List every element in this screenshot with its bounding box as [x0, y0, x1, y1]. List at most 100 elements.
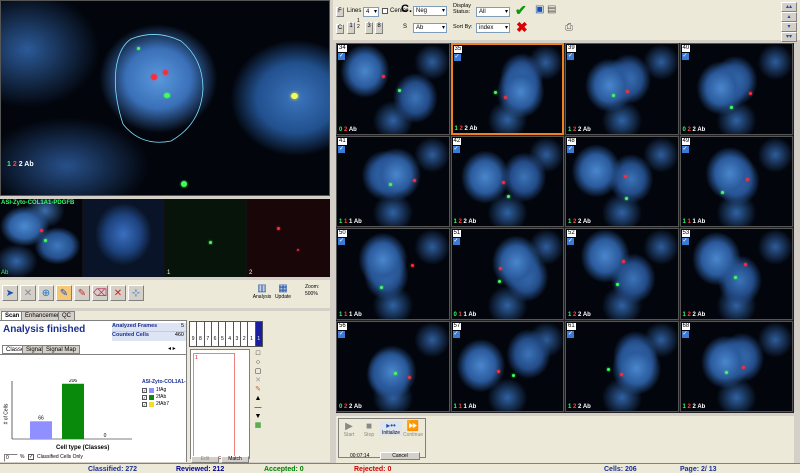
class-count-input[interactable]: 0: [4, 454, 18, 462]
cell-thumbnail[interactable]: 34 ✓ 0 2 Ab: [336, 43, 450, 135]
cell-thumbnail[interactable]: 48 ✓ 1 2 2 Ab: [565, 135, 679, 227]
brush-tool[interactable]: ✎: [56, 285, 72, 301]
check-icon[interactable]: ✔: [515, 2, 527, 19]
initialize-button[interactable]: ▸•• Initialize: [380, 421, 402, 436]
layout-ratio[interactable]: 12: [357, 18, 360, 30]
up-arrow-icon[interactable]: ▲: [253, 394, 263, 403]
delete-tool[interactable]: ✕: [20, 285, 36, 301]
channel-red[interactable]: 2: [247, 199, 330, 277]
cell-thumbnail[interactable]: 35 ✓ 1 2 2 Ab: [450, 43, 564, 135]
cell-thumbnail[interactable]: 61 ✓ 1 2 2 Ab: [565, 320, 679, 412]
legend-checkbox[interactable]: ✓: [142, 387, 147, 393]
signal-select[interactable]: Ab: [413, 23, 447, 33]
last-page-icon[interactable]: ▾▾: [781, 32, 797, 42]
check-icon[interactable]: ✓: [567, 238, 574, 245]
analysis-button[interactable]: ▥ Analysis: [252, 283, 272, 300]
print-settings-icon[interactable]: ⎙: [565, 22, 573, 33]
class-cell-list[interactable]: 1: [190, 349, 250, 459]
class-select[interactable]: Neg: [413, 6, 447, 16]
start-button[interactable]: ▶ Start: [340, 421, 358, 438]
class-number-selected[interactable]: 1: [255, 322, 262, 346]
percent-toggle[interactable]: %: [20, 454, 24, 460]
check-icon[interactable]: ✓: [452, 330, 460, 338]
tab-scan[interactable]: Scan: [1, 311, 24, 320]
continue-button[interactable]: ⏩ Continue: [403, 421, 423, 438]
cell-thumbnail[interactable]: 53 ✓ 1 2 2 Ab: [679, 228, 793, 320]
next-page-icon[interactable]: ▾: [781, 22, 797, 32]
down-arrow-icon[interactable]: ▼: [253, 412, 263, 421]
crosshair-tool[interactable]: ⊹: [128, 285, 144, 301]
cross-shape-icon[interactable]: ✕: [253, 376, 263, 385]
channel-dapi[interactable]: [83, 199, 164, 277]
check-icon[interactable]: ✓: [681, 53, 689, 60]
check-icon[interactable]: ✓: [338, 330, 345, 338]
channel-green[interactable]: 1: [165, 199, 246, 277]
sort-by-select[interactable]: index: [476, 23, 510, 33]
cell-thumbnail[interactable]: 68 ✓ 1 2 2 Ab: [679, 320, 793, 412]
column-toggle[interactable]: C: [336, 24, 344, 34]
layout-3[interactable]: 3: [365, 22, 373, 34]
check-icon[interactable]: ✓: [452, 238, 460, 245]
prev-page-icon[interactable]: ▴: [781, 12, 797, 22]
check-icon[interactable]: ✓: [567, 53, 574, 60]
check-icon[interactable]: ✓: [681, 330, 689, 338]
stop-button[interactable]: ■ Stop: [360, 421, 378, 438]
first-page-icon[interactable]: ▴▴: [781, 2, 797, 12]
tab-qc[interactable]: QC: [58, 311, 75, 320]
legend-checkbox[interactable]: ✓: [142, 401, 147, 407]
minus-icon[interactable]: —: [253, 403, 263, 412]
save-icon[interactable]: ▣: [535, 4, 544, 15]
frame-toggle[interactable]: F: [336, 7, 344, 17]
pointer-tool[interactable]: ➤: [2, 285, 18, 301]
cell-thumbnail[interactable]: 51 ✓ 0 1 1 Ab: [450, 228, 564, 320]
cell-thumbnail[interactable]: 42 ✓ 1 2 2 Ab: [450, 135, 564, 227]
cell-thumbnail[interactable]: 52 ✓ 1 2 2 Ab: [565, 228, 679, 320]
layout-1[interactable]: 1: [347, 22, 355, 34]
layout-8[interactable]: 8: [375, 22, 383, 34]
display-status-select[interactable]: All: [476, 7, 510, 17]
circle-shape-icon[interactable]: ○: [253, 358, 263, 367]
class-number-3[interactable]: 3: [234, 322, 242, 346]
legend-item[interactable]: ✓ 2fAb7: [142, 401, 186, 407]
class-number-2[interactable]: 2: [241, 322, 249, 346]
channel-composite[interactable]: ASI-Zyto-COL1A1-PDGFB Ab: [0, 199, 82, 277]
classified-only-checkbox[interactable]: ✓: [28, 454, 34, 460]
bar-2fAb[interactable]: [62, 383, 84, 439]
cancel-button[interactable]: Cancel: [380, 452, 420, 460]
cell-thumbnail[interactable]: 57 ✓ 1 1 1 Ab: [450, 320, 564, 412]
bar-1fAg[interactable]: [30, 421, 52, 439]
edit-button[interactable]: Edit: [191, 456, 219, 463]
check-icon[interactable]: ✓: [453, 54, 461, 61]
lasso-shape-icon[interactable]: ✎: [253, 385, 263, 394]
lines-select[interactable]: 4: [363, 7, 379, 17]
class-number-7[interactable]: 7: [205, 322, 212, 346]
check-icon[interactable]: ✓: [338, 145, 345, 153]
check-icon[interactable]: ✓: [567, 145, 574, 153]
class-number-4[interactable]: 4: [226, 322, 234, 346]
check-icon[interactable]: ✓: [452, 145, 460, 153]
check-icon[interactable]: ✓: [567, 330, 574, 338]
grid-icon[interactable]: ▦: [253, 421, 263, 430]
check-icon[interactable]: ✓: [338, 238, 345, 245]
legend-item[interactable]: ✓ 2fAb: [142, 394, 186, 400]
eraser-tool[interactable]: ⌫: [92, 285, 108, 301]
print-icon[interactable]: ▤: [547, 4, 556, 15]
subtab-signal-map[interactable]: Signal Map: [42, 345, 81, 354]
cell-thumbnail[interactable]: 49 ✓ 1 1 1 Ab: [679, 135, 793, 227]
class-number-6[interactable]: 6: [212, 322, 220, 346]
square-shape-icon[interactable]: □: [253, 349, 263, 358]
cell-thumbnail[interactable]: 56 ✓ 0 2 2 Ab: [336, 320, 450, 412]
cell-thumbnail[interactable]: 40 ✓ 0 2 2 Ab: [679, 43, 793, 135]
cell-thumbnail[interactable]: 41 ✓ 1 1 1 Ab: [336, 135, 450, 227]
add-signal-tool[interactable]: ⊕: [38, 285, 54, 301]
update-button[interactable]: ▦ Update: [274, 283, 292, 300]
cell-thumbnail[interactable]: 39 ✓ 1 2 2 Ab: [565, 43, 679, 135]
class-number-9[interactable]: 9: [190, 322, 198, 346]
match-button[interactable]: Match: [221, 456, 249, 463]
rounded-shape-icon[interactable]: ▢: [253, 367, 263, 376]
legend-item[interactable]: ✓ 1fAg: [142, 387, 186, 393]
remove-tool[interactable]: ✕: [110, 285, 126, 301]
check-icon[interactable]: ✓: [681, 238, 689, 245]
check-icon[interactable]: ✓: [338, 53, 345, 60]
check-icon[interactable]: ✓: [681, 145, 689, 153]
